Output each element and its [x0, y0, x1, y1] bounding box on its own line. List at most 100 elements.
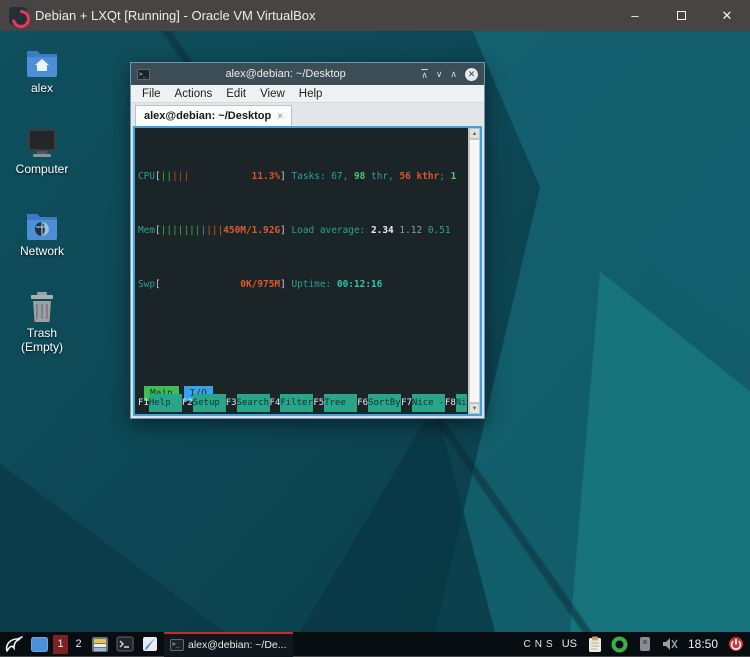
htop-text-segment: |||: [172, 171, 190, 182]
htop-text-segment: 1.12: [393, 225, 423, 236]
desktop-icon-label: Network: [19, 244, 64, 258]
menu-file[interactable]: File: [135, 88, 168, 100]
htop-text-segment: 56 kthr: [399, 171, 440, 182]
htop-fkey-label[interactable]: Nice +: [455, 394, 467, 412]
lxqt-bird-icon: [5, 636, 23, 652]
htop-fkey-label[interactable]: Help: [148, 394, 182, 412]
htop-fkey-label[interactable]: Setup: [192, 394, 226, 412]
htop-text-segment: 98: [353, 171, 366, 182]
htop-fkey[interactable]: F1: [138, 394, 149, 412]
htop-fkey-label[interactable]: Tree: [324, 394, 358, 412]
htop-display: CPU[||||| 11.3%] Tasks: 67, 98 thr, 56 k…: [135, 128, 468, 414]
htop-function-key-bar: F1 Help F2 Setup F3 Search F4 Filter F5 Tree F6…: [138, 394, 467, 412]
terminal-tab[interactable]: alex@debian: ~/Desktop ×: [135, 105, 293, 126]
htop-text-segment: 1: [450, 171, 457, 182]
close-window-icon[interactable]: ✕: [465, 67, 478, 81]
htop-text-segment: Load average:: [291, 225, 371, 236]
close-icon: ✕: [721, 7, 733, 23]
htop-text-segment: Swp: [138, 279, 156, 290]
htop-fkey-label[interactable]: Filter: [280, 394, 314, 412]
terminal-icon: [116, 636, 134, 652]
desktop-icon-computer[interactable]: Computer: [6, 126, 78, 176]
menu-help[interactable]: Help: [292, 88, 330, 100]
main-menu-button[interactable]: [3, 633, 25, 655]
muted-speaker-icon: [662, 638, 678, 650]
leave-button[interactable]: [725, 633, 747, 655]
quicklaunch-file-manager[interactable]: [89, 633, 111, 655]
volume-tray-icon[interactable]: [659, 633, 681, 655]
taskbar-task-terminal[interactable]: >_ alex@debian: ~/De...: [164, 631, 293, 657]
maximize-icon: [676, 11, 686, 20]
taskbar-clock[interactable]: 18:50: [688, 637, 718, 651]
htop-fkey[interactable]: F4: [270, 394, 281, 412]
htop-text-segment: CPU: [138, 171, 156, 182]
file-manager-icon: [92, 636, 108, 652]
terminal-window-title: alex@debian: ~/Desktop: [225, 68, 346, 80]
virtualbox-window-title: Debian + LXQt [Running] - Oracle VM Virt…: [35, 8, 316, 23]
desktop-icon-network[interactable]: Network: [6, 208, 78, 258]
terminal-scrollbar[interactable]: ▲ ▼: [468, 128, 480, 414]
htop-fkey[interactable]: F8: [445, 394, 456, 412]
scrollbar-up-icon[interactable]: ▲: [469, 128, 480, 139]
removable-media-tray-icon[interactable]: [634, 633, 656, 655]
shade-window-icon[interactable]: ∧: [421, 68, 428, 80]
htop-text-segment: |||: [206, 225, 224, 236]
htop-fkey-label[interactable]: Nice -: [411, 394, 445, 412]
menu-actions[interactable]: Actions: [168, 88, 220, 100]
tab-close-icon[interactable]: ×: [277, 111, 283, 122]
minimize-icon: –: [631, 8, 639, 23]
trash-icon: [31, 292, 53, 322]
htop-text-segment: 11.3%: [251, 171, 281, 182]
vbox-close-button[interactable]: ✕: [704, 0, 750, 31]
htop-fkey-label[interactable]: SortBy: [368, 394, 402, 412]
htop-cpu-meter: CPU[||||| 11.3%] Tasks: 67, 98 thr, 56 k…: [138, 168, 468, 186]
htop-fkey[interactable]: F2: [182, 394, 193, 412]
htop-fkey-label[interactable]: Search: [236, 394, 270, 412]
vbox-minimize-button[interactable]: –: [612, 0, 658, 31]
htop-mem-meter: Mem[|||||||||||450M/1.92G] Load average:…: [138, 222, 468, 240]
htop-fkey[interactable]: F5: [313, 394, 324, 412]
computer-icon: [28, 129, 56, 157]
desktop-icon-label: alex: [30, 81, 53, 95]
htop-fkey[interactable]: F7: [401, 394, 412, 412]
menu-view[interactable]: View: [253, 88, 292, 100]
desktop-icon-label: Trash (Empty): [21, 326, 63, 354]
workspace-switcher-1[interactable]: 1: [53, 634, 68, 654]
monitor-tray-icon[interactable]: [609, 633, 631, 655]
show-desktop-button[interactable]: [28, 633, 50, 655]
minimize-window-icon[interactable]: ∨: [436, 69, 443, 79]
terminal-icon: >_: [170, 639, 184, 651]
clipboard-tray-icon[interactable]: [584, 633, 606, 655]
terminal-icon: >_: [137, 68, 150, 80]
desktop-icon-trash[interactable]: Trash (Empty): [6, 290, 78, 354]
terminal-content[interactable]: CPU[||||| 11.3%] Tasks: 67, 98 thr, 56 k…: [133, 126, 482, 416]
terminal-titlebar[interactable]: >_ alex@debian: ~/Desktop ∧ ∨ ∧ ✕: [131, 63, 484, 85]
desktop-icon: [30, 636, 48, 652]
quicklaunch-terminal[interactable]: [114, 633, 136, 655]
htop-text-segment: 00:12:16: [336, 279, 383, 290]
htop-fkey[interactable]: F3: [226, 394, 237, 412]
vbox-maximize-button[interactable]: [658, 0, 704, 31]
green-ring-icon: [611, 636, 628, 652]
menu-edit[interactable]: Edit: [219, 88, 253, 100]
desktop-icon-label: Computer: [15, 162, 69, 176]
task-label: alex@debian: ~/De...: [188, 639, 287, 651]
maximize-window-icon[interactable]: ∧: [450, 69, 457, 79]
scrollbar-thumb[interactable]: [469, 139, 480, 403]
device-icon: [639, 637, 650, 651]
terminal-body: CPU[||||| 11.3%] Tasks: 67, 98 thr, 56 k…: [131, 126, 484, 418]
htop-text-segment: ||: [160, 171, 173, 182]
virtualbox-titlebar: Debian + LXQt [Running] - Oracle VM Virt…: [0, 0, 750, 31]
keyboard-layout-indicator[interactable]: US: [562, 638, 577, 650]
htop-text-segment: 0K/975M: [240, 279, 281, 290]
scrollbar-down-icon[interactable]: ▼: [469, 403, 480, 414]
htop-fkey[interactable]: F6: [357, 394, 368, 412]
featherpad-icon: [143, 637, 157, 651]
workspace-switcher-2[interactable]: 2: [71, 635, 86, 654]
htop-blank-line: [138, 330, 468, 348]
qterminal-window: >_ alex@debian: ~/Desktop ∧ ∨ ∧ ✕ File A…: [130, 62, 485, 419]
htop-text-segment: Tasks: 67,: [291, 171, 354, 182]
quicklaunch-featherpad[interactable]: [139, 633, 161, 655]
clipboard-icon: [588, 636, 601, 652]
desktop-icon-alex[interactable]: alex: [6, 45, 78, 95]
